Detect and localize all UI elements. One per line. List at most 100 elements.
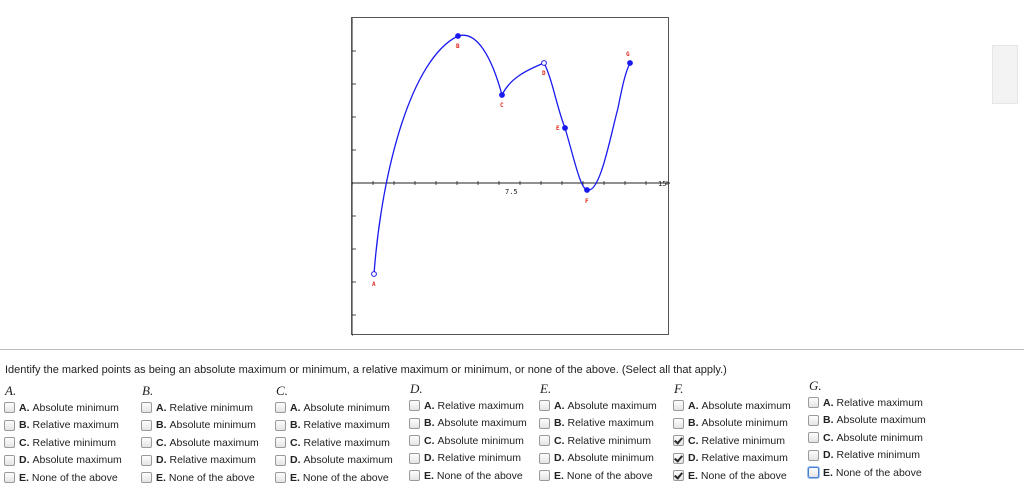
checkbox[interactable]: [539, 417, 550, 429]
option-row[interactable]: C. Absolute minimum: [808, 429, 948, 447]
answer-column-e: E. A. Absolute maximum B. Relative maximum C.…: [539, 381, 679, 485]
option-row[interactable]: C. Absolute maximum: [141, 434, 281, 452]
checkbox[interactable]: [808, 414, 819, 426]
checkbox[interactable]: [4, 437, 15, 449]
section-divider: [0, 349, 1024, 350]
question-instruction: Identify the marked points as being an a…: [5, 364, 727, 376]
option-row[interactable]: B. Absolute minimum: [141, 417, 281, 435]
point-label-a: A: [372, 281, 376, 288]
answer-column-g: G. A. Relative maximum B. Absolute maximum C.…: [808, 378, 948, 482]
option-letter: A.: [156, 401, 167, 414]
checkbox[interactable]: [539, 400, 550, 412]
checkbox[interactable]: [275, 454, 286, 466]
option-row[interactable]: E. None of the above: [409, 467, 549, 485]
option-row[interactable]: B. Absolute minimum: [673, 415, 813, 433]
checkbox[interactable]: [141, 437, 152, 449]
checkbox[interactable]: [409, 470, 420, 482]
option-row[interactable]: C. Relative maximum: [275, 434, 415, 452]
option-row[interactable]: A. Absolute minimum: [4, 399, 144, 417]
checkbox[interactable]: [141, 419, 152, 431]
option-row[interactable]: E. None of the above: [141, 469, 281, 487]
checkbox[interactable]: [808, 397, 819, 409]
option-letter: B.: [554, 417, 565, 430]
scrollbar-thumb[interactable]: [992, 45, 1018, 104]
option-row[interactable]: D. Relative minimum: [808, 447, 948, 465]
checkbox[interactable]: [141, 472, 152, 484]
checkbox[interactable]: [4, 454, 15, 466]
checkbox[interactable]: [539, 470, 550, 482]
option-row[interactable]: D. Relative maximum: [673, 450, 813, 468]
checkbox[interactable]: [275, 472, 286, 484]
option-row[interactable]: C. Absolute minimum: [409, 432, 549, 450]
option-row[interactable]: C. Relative minimum: [4, 434, 144, 452]
option-row[interactable]: C. Relative minimum: [673, 432, 813, 450]
option-row[interactable]: B. Relative maximum: [4, 417, 144, 435]
option-row[interactable]: D. Absolute minimum: [539, 450, 679, 468]
point-g: [627, 60, 633, 66]
option-row[interactable]: A. Absolute minimum: [275, 399, 415, 417]
point-a: [371, 271, 377, 277]
option-row[interactable]: D. Relative maximum: [141, 452, 281, 470]
checkbox[interactable]: [275, 437, 286, 449]
option-row[interactable]: B. Absolute maximum: [808, 412, 948, 430]
checkbox-checked[interactable]: [673, 435, 684, 447]
checkbox[interactable]: [409, 452, 420, 464]
y-mid-label: 0: [352, 180, 353, 188]
option-text: Relative maximum: [836, 396, 923, 409]
option-text: Absolute maximum: [169, 436, 259, 449]
option-row[interactable]: B. Absolute maximum: [409, 415, 549, 433]
checkbox[interactable]: [673, 400, 684, 412]
graph-panel: 5 0 7.5 15 A B C D E F G: [351, 17, 670, 336]
option-row[interactable]: C. Relative minimum: [539, 432, 679, 450]
checkbox[interactable]: [409, 400, 420, 412]
checkbox[interactable]: [808, 467, 819, 479]
answer-column-f: F. A. Absolute maximum B. Absolute minimum C.…: [673, 381, 813, 485]
option-letter: E.: [156, 471, 166, 484]
function-graph: 5 0 7.5 15 A B C D E F G: [352, 18, 670, 336]
option-letter: D.: [424, 452, 435, 465]
option-row[interactable]: E. None of the above: [539, 467, 679, 485]
option-letter: E.: [424, 469, 434, 482]
option-row[interactable]: A. Absolute maximum: [539, 397, 679, 415]
option-row[interactable]: E. None of the above: [4, 469, 144, 487]
point-b: [455, 33, 461, 39]
checkbox[interactable]: [4, 402, 15, 414]
option-row[interactable]: D. Relative minimum: [409, 450, 549, 468]
checkbox[interactable]: [673, 417, 684, 429]
option-letter: A.: [688, 399, 699, 412]
option-letter: C.: [156, 436, 167, 449]
option-row[interactable]: B. Relative maximum: [275, 417, 415, 435]
checkbox[interactable]: [141, 402, 152, 414]
option-row[interactable]: E. None of the above: [275, 469, 415, 487]
option-text: Absolute maximum: [836, 414, 926, 427]
option-row[interactable]: A. Relative maximum: [808, 394, 948, 412]
checkbox[interactable]: [808, 432, 819, 444]
option-text: None of the above: [835, 466, 922, 479]
checkbox[interactable]: [409, 435, 420, 447]
option-row[interactable]: A. Relative maximum: [409, 397, 549, 415]
option-row[interactable]: E. None of the above: [673, 467, 813, 485]
option-row[interactable]: A. Relative minimum: [141, 399, 281, 417]
y-top-label: 5: [352, 18, 353, 26]
checkbox-checked[interactable]: [673, 470, 684, 482]
checkbox[interactable]: [275, 419, 286, 431]
checkbox-checked[interactable]: [673, 452, 684, 464]
checkbox[interactable]: [4, 472, 15, 484]
option-letter: C.: [823, 431, 834, 444]
option-row[interactable]: D. Absolute maximum: [275, 452, 415, 470]
option-text: None of the above: [31, 471, 118, 484]
option-row[interactable]: E. None of the above: [808, 464, 948, 482]
checkbox[interactable]: [275, 402, 286, 414]
checkbox[interactable]: [539, 435, 550, 447]
point-label-e: E: [556, 125, 560, 132]
checkbox[interactable]: [539, 452, 550, 464]
option-letter: C.: [424, 434, 435, 447]
option-row[interactable]: D. Absolute maximum: [4, 452, 144, 470]
checkbox[interactable]: [808, 449, 819, 461]
checkbox[interactable]: [4, 419, 15, 431]
option-row[interactable]: A. Absolute maximum: [673, 397, 813, 415]
point-f: [584, 187, 590, 193]
option-row[interactable]: B. Relative maximum: [539, 415, 679, 433]
checkbox[interactable]: [141, 454, 152, 466]
checkbox[interactable]: [409, 417, 420, 429]
